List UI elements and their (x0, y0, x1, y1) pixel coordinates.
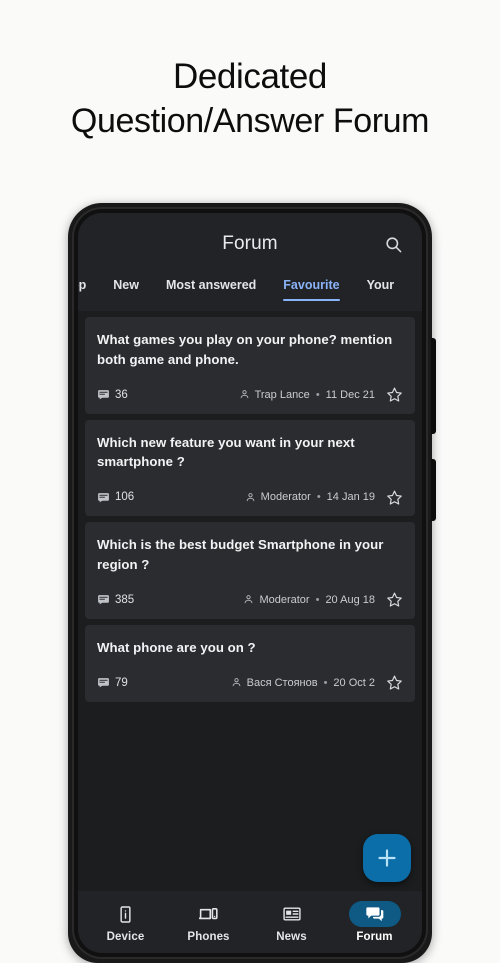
post-title: What phone are you on ? (97, 639, 256, 655)
tab-favourite[interactable]: Favourite (283, 275, 340, 301)
post-date: 20 Aug 18 (325, 593, 375, 606)
list-item[interactable]: What phone are you on ? 79 Вася Стоянов … (85, 624, 415, 702)
promo-headline-line-1: Dedicated (172, 57, 327, 96)
devices-icon (183, 901, 235, 927)
comment-count: 36 (115, 388, 128, 401)
tab-label: Favourite (283, 278, 340, 292)
nav-label: Device (106, 931, 145, 943)
author-date-group: Moderator • 20 Aug 18 (134, 594, 385, 606)
post-title: Which new feature you want in your next … (97, 434, 355, 470)
post-author: Moderator (260, 491, 311, 504)
post-author: Вася Стоянов (246, 676, 318, 689)
list-item[interactable]: Which new feature you want in your next … (85, 419, 415, 517)
meta-separator: • (315, 593, 320, 606)
comment-count-group: 79 (97, 676, 128, 689)
post-meta: 106 Moderator • 14 Jan 19 (97, 488, 403, 506)
post-meta: 36 Trap Lance • 11 Dec 21 (97, 386, 403, 404)
power-button[interactable] (431, 338, 436, 434)
post-date: 11 Dec 21 (325, 388, 375, 401)
tab-label: Your (366, 278, 395, 292)
post-list[interactable]: What games you play on your phone? menti… (78, 311, 422, 891)
tab-your[interactable]: Your (367, 275, 395, 301)
person-icon (246, 492, 255, 501)
comment-icon (98, 595, 109, 605)
tab-active-indicator (283, 298, 340, 301)
favourite-star-icon[interactable] (385, 591, 403, 609)
tab-label: Most answered (165, 278, 257, 292)
phone-mockup: Forum op New Most answered Favourite (68, 203, 436, 963)
comment-count: 79 (115, 676, 128, 689)
nav-label: News (276, 931, 307, 943)
comment-icon (98, 390, 109, 400)
bottom-navigation[interactable]: Device Phones News Forum (78, 891, 422, 953)
favourite-star-icon[interactable] (385, 386, 403, 404)
comment-count-group: 106 (97, 491, 134, 504)
add-post-fab[interactable] (363, 834, 411, 882)
phone-info-icon (100, 901, 152, 927)
comment-icon (98, 492, 109, 503)
nav-label: Forum (356, 931, 393, 943)
app-bar: Forum (78, 213, 422, 275)
plus-icon (378, 849, 396, 867)
meta-separator: • (323, 676, 328, 689)
post-meta: 385 Moderator • 20 Aug 18 (97, 591, 403, 609)
post-meta: 79 Вася Стоянов • 20 Oct 2 (97, 674, 403, 692)
search-icon[interactable] (378, 229, 408, 259)
chat-bubbles-icon (348, 901, 401, 927)
tab-label: op (78, 278, 87, 292)
post-title: What games you play on your phone? menti… (97, 332, 393, 367)
list-item[interactable]: Which is the best budget Smartphone in y… (85, 522, 415, 619)
nav-item-device[interactable]: Device (90, 901, 162, 943)
post-date: 20 Oct 2 (333, 676, 375, 689)
promo-headline-line-2: Question/Answer Forum (70, 101, 430, 140)
comment-count: 385 (115, 593, 135, 606)
nav-label: Phones (187, 931, 230, 943)
volume-button[interactable] (431, 459, 436, 521)
comment-count: 106 (115, 491, 135, 504)
nav-item-news[interactable]: News (256, 901, 328, 943)
person-icon (245, 595, 253, 604)
comment-count-group: 36 (97, 388, 128, 401)
comment-icon (98, 678, 109, 688)
meta-separator: • (316, 491, 321, 504)
post-author: Trap Lance (254, 388, 310, 401)
comment-count-group: 385 (97, 593, 134, 606)
post-author: Moderator (259, 593, 310, 606)
author-date-group: Trap Lance • 11 Dec 21 (128, 389, 385, 401)
person-icon (232, 678, 241, 687)
favourite-star-icon[interactable] (385, 674, 403, 692)
promo-headline: Dedicated Question/Answer Forum (0, 55, 500, 143)
tab-label: New (113, 278, 139, 292)
phone-screen: Forum op New Most answered Favourite (78, 213, 422, 953)
meta-separator: • (315, 388, 320, 401)
newspaper-icon (266, 901, 318, 927)
nav-item-forum[interactable]: Forum (339, 901, 411, 943)
tab-new[interactable]: New (113, 275, 139, 301)
tab-bar[interactable]: op New Most answered Favourite Your (78, 275, 422, 311)
favourite-star-icon[interactable] (385, 488, 403, 506)
page-title: Forum (222, 233, 278, 254)
person-icon (240, 390, 248, 399)
post-title: Which is the best budget Smartphone in y… (97, 537, 384, 572)
author-date-group: Вася Стоянов • 20 Oct 2 (128, 677, 385, 689)
post-date: 14 Jan 19 (326, 491, 375, 504)
nav-item-phones[interactable]: Phones (173, 901, 245, 943)
tab-most-answered[interactable]: Most answered (166, 275, 256, 301)
tab-top[interactable]: op (78, 275, 86, 301)
author-date-group: Moderator • 14 Jan 19 (134, 491, 385, 503)
list-item[interactable]: What games you play on your phone? menti… (85, 317, 415, 414)
